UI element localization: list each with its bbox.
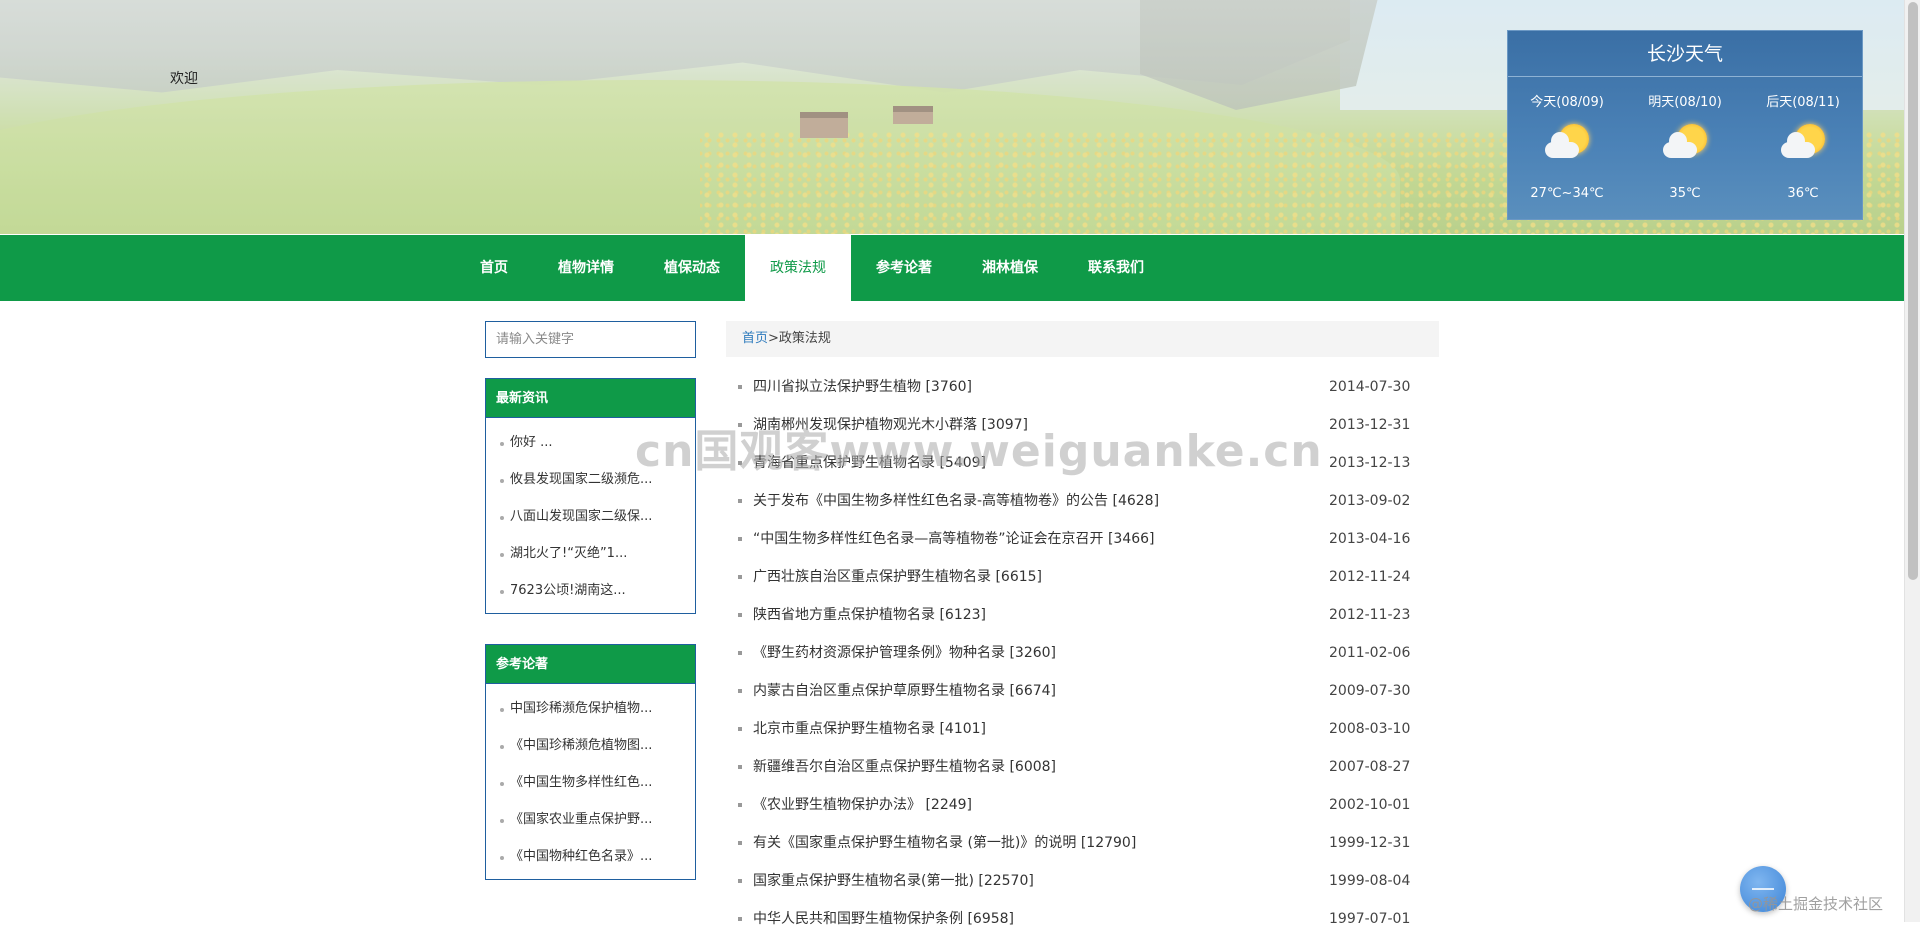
list-item[interactable]: 新疆维吾尔自治区重点保护野生植物名录 [6008] 2007-08-27 <box>726 748 1439 786</box>
nav-item-policy[interactable]: 政策法规 <box>745 235 851 301</box>
weather-forecast: 今天(08/09) 27℃~34℃ 明天(08/10) 35℃ 后天(08/11… <box>1508 77 1862 220</box>
list-item[interactable]: 《野生药材资源保护管理条例》物种名录 [3260] 2011-02-06 <box>726 634 1439 672</box>
news-date: 2013-12-31 <box>1329 417 1411 433</box>
list-item[interactable]: 7623公顷!湖南这... <box>486 572 695 609</box>
list-item-label[interactable]: 中国珍稀濒危保护植物... <box>500 701 652 716</box>
news-date: 2012-11-24 <box>1329 569 1411 585</box>
list-item[interactable]: 中国珍稀濒危保护植物... <box>486 690 695 727</box>
list-item[interactable]: 《中国珍稀濒危植物图... <box>486 727 695 764</box>
list-item-label[interactable]: 《中国珍稀濒危植物图... <box>500 738 652 753</box>
news-date: 2012-11-23 <box>1329 607 1411 623</box>
corner-watermark: @稀土掘金技术社区 <box>1748 895 1884 913</box>
news-title-link[interactable]: 有关《国家重点保护野生植物名录 (第一批)》的说明 [12790] <box>753 835 1136 851</box>
list-item[interactable]: 《农业野生植物保护办法》 [2249] 2002-10-01 <box>726 786 1439 824</box>
list-item-label[interactable]: 攸县发现国家二级濒危... <box>500 472 652 487</box>
news-title-link[interactable]: 新疆维吾尔自治区重点保护野生植物名录 [6008] <box>753 759 1056 775</box>
list-item[interactable]: “中国生物多样性红色名录—高等植物卷”论证会在京召开 [3466] 2013-04… <box>726 520 1439 558</box>
news-date: 2014-07-30 <box>1329 379 1411 395</box>
list-item[interactable]: 中华人民共和国野生植物保护条例 [6958] 1997-07-01 <box>726 900 1439 938</box>
search-box <box>485 321 696 358</box>
news-date: 2002-10-01 <box>1329 797 1411 813</box>
news-date: 2007-08-27 <box>1329 759 1411 775</box>
list-item-label[interactable]: 湖北火了!“灭绝”1... <box>500 546 627 561</box>
weather-widget: 长沙天气 今天(08/09) 27℃~34℃ 明天(08/10) 35℃ 后天(… <box>1507 30 1863 220</box>
news-date: 2013-09-02 <box>1329 493 1411 509</box>
partly-cloudy-icon <box>1543 122 1591 170</box>
list-item[interactable]: 湖北火了!“灭绝”1... <box>486 535 695 572</box>
main-nav: 首页 植物详情 植保动态 政策法规 参考论著 湘林植保 联系我们 <box>0 235 1904 301</box>
weather-day: 明天(08/10) 35℃ <box>1626 77 1744 220</box>
list-item[interactable]: 《国家农业重点保护野... <box>486 801 695 838</box>
list-item-label[interactable]: 《中国生物多样性红色... <box>500 775 652 790</box>
nav-item-protection-news[interactable]: 植保动态 <box>639 235 745 301</box>
breadcrumb-current: 政策法规 <box>778 331 831 346</box>
site-watermark: cn国观客www.weiguanke.cn <box>635 426 1323 477</box>
list-item[interactable]: 八面山发现国家二级保... <box>486 498 695 535</box>
list-item[interactable]: 广西壮族自治区重点保护野生植物名录 [6615] 2012-11-24 <box>726 558 1439 596</box>
weather-temp: 27℃~34℃ <box>1530 186 1604 201</box>
nav-item-home[interactable]: 首页 <box>455 235 533 301</box>
news-title-link[interactable]: 中华人民共和国野生植物保护条例 [6958] <box>753 911 1014 927</box>
news-title-link[interactable]: 广西壮族自治区重点保护野生植物名录 [6615] <box>753 569 1042 585</box>
news-title-link[interactable]: 国家重点保护野生植物名录(第一批) [22570] <box>753 873 1034 889</box>
news-date: 2008-03-10 <box>1329 721 1411 737</box>
list-item-label[interactable]: 7623公顷!湖南这... <box>500 583 626 598</box>
list-item[interactable]: 陕西省地方重点保护植物名录 [6123] 2012-11-23 <box>726 596 1439 634</box>
list-item-label[interactable]: 《国家农业重点保护野... <box>500 812 652 827</box>
weather-title: 长沙天气 <box>1508 31 1862 77</box>
list-item[interactable]: 《中国生物多样性红色... <box>486 764 695 801</box>
weather-day-label: 明天(08/10) <box>1648 95 1722 110</box>
news-title-link[interactable]: “中国生物多样性红色名录—高等植物卷”论证会在京召开 [3466] <box>753 531 1155 547</box>
references-list: 中国珍稀濒危保护植物... 《中国珍稀濒危植物图... 《中国生物多样性红色..… <box>486 684 695 879</box>
breadcrumb: 首页>政策法规 <box>726 321 1439 357</box>
news-date: 1997-07-01 <box>1329 911 1411 927</box>
news-title-link[interactable]: 北京市重点保护野生植物名录 [4101] <box>753 721 986 737</box>
weather-day: 后天(08/11) 36℃ <box>1744 77 1862 220</box>
news-date: 2013-12-13 <box>1329 455 1411 471</box>
partly-cloudy-icon <box>1779 122 1827 170</box>
list-item[interactable]: 北京市重点保护野生植物名录 [4101] 2008-03-10 <box>726 710 1439 748</box>
list-item[interactable]: 国家重点保护野生植物名录(第一批) [22570] 1999-08-04 <box>726 862 1439 900</box>
list-item-label[interactable]: 八面山发现国家二级保... <box>500 509 652 524</box>
weather-temp: 36℃ <box>1787 186 1819 201</box>
news-title-link[interactable]: 《野生药材资源保护管理条例》物种名录 [3260] <box>753 645 1056 661</box>
scrollbar-thumb[interactable] <box>1908 2 1918 580</box>
references-box: 参考论著 中国珍稀濒危保护植物... 《中国珍稀濒危植物图... 《中国生物多样… <box>485 644 696 880</box>
list-item[interactable]: 关于发布《中国生物多样性红色名录-高等植物卷》的公告 [4628] 2013-09… <box>726 482 1439 520</box>
nav-item-plant-details[interactable]: 植物详情 <box>533 235 639 301</box>
references-title: 参考论著 <box>486 645 695 684</box>
list-item[interactable]: 有关《国家重点保护野生植物名录 (第一批)》的说明 [12790] 1999-12… <box>726 824 1439 862</box>
news-date: 2011-02-06 <box>1329 645 1411 661</box>
news-title-link[interactable]: 四川省拟立法保护野生植物 [3760] <box>753 379 972 395</box>
nav-item-references[interactable]: 参考论著 <box>851 235 957 301</box>
list-item-label[interactable]: 《中国物种红色名录》... <box>500 849 652 864</box>
nav-item-contact[interactable]: 联系我们 <box>1063 235 1169 301</box>
news-title-link[interactable]: 关于发布《中国生物多样性红色名录-高等植物卷》的公告 [4628] <box>753 493 1159 509</box>
news-title-link[interactable]: 内蒙古自治区重点保护草原野生植物名录 [6674] <box>753 683 1056 699</box>
breadcrumb-separator: > <box>768 331 779 346</box>
weather-temp: 35℃ <box>1669 186 1701 201</box>
nav-item-xianglin[interactable]: 湘林植保 <box>957 235 1063 301</box>
weather-day: 今天(08/09) 27℃~34℃ <box>1508 77 1626 220</box>
list-item-label[interactable]: 你好 ... <box>500 435 553 450</box>
breadcrumb-home-link[interactable]: 首页 <box>742 331 768 346</box>
news-title-link[interactable]: 陕西省地方重点保护植物名录 [6123] <box>753 607 986 623</box>
list-item[interactable]: 四川省拟立法保护野生植物 [3760] 2014-07-30 <box>726 368 1439 406</box>
weather-day-label: 后天(08/11) <box>1766 95 1840 110</box>
news-date: 2009-07-30 <box>1329 683 1411 699</box>
latest-news-box: 最新资讯 你好 ... 攸县发现国家二级濒危... 八面山发现国家二级保... … <box>485 378 696 614</box>
partly-cloudy-icon <box>1661 122 1709 170</box>
list-item[interactable]: 内蒙古自治区重点保护草原野生植物名录 [6674] 2009-07-30 <box>726 672 1439 710</box>
weather-day-label: 今天(08/09) <box>1530 95 1604 110</box>
page-scrollbar[interactable] <box>1904 0 1920 922</box>
welcome-text: 欢迎 <box>170 71 198 87</box>
news-date: 2013-04-16 <box>1329 531 1411 547</box>
news-date: 1999-12-31 <box>1329 835 1411 851</box>
nav-list: 首页 植物详情 植保动态 政策法规 参考论著 湘林植保 联系我们 <box>455 235 1169 301</box>
latest-news-title: 最新资讯 <box>486 379 695 418</box>
news-date: 1999-08-04 <box>1329 873 1411 889</box>
search-input[interactable] <box>486 322 695 357</box>
list-item[interactable]: 《中国物种红色名录》... <box>486 838 695 875</box>
news-title-link[interactable]: 《农业野生植物保护办法》 [2249] <box>753 797 972 813</box>
